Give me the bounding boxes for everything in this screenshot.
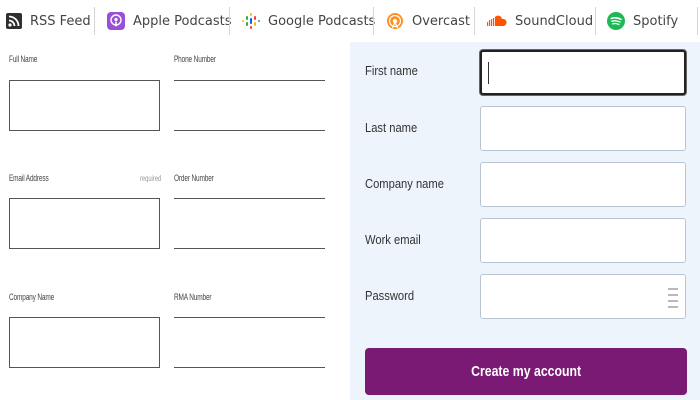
create-account-label: Create my account	[470, 363, 582, 380]
company-name-input[interactable]	[9, 317, 160, 368]
email-address-label: Email Address	[9, 173, 49, 183]
soundcloud-icon	[487, 14, 507, 28]
password-input[interactable]	[480, 274, 686, 319]
order-number-top-line	[174, 198, 325, 199]
soundcloud-link[interactable]: SoundCloud	[487, 6, 593, 36]
work-email-label: Work email	[365, 232, 421, 247]
overcast-icon	[386, 12, 404, 30]
apple-podcasts-icon	[107, 12, 125, 30]
legacy-contact-form: Full Name Phone Number Email Address req…	[0, 42, 350, 400]
phone-number-label: Phone Number	[174, 54, 216, 64]
overcast-link[interactable]: Overcast	[386, 6, 470, 36]
divider	[474, 7, 475, 35]
last-name-label: Last name	[365, 120, 418, 135]
full-name-label: Full Name	[9, 54, 38, 64]
divider	[229, 7, 230, 35]
first-name-input[interactable]	[480, 50, 686, 95]
spotify-icon	[607, 12, 625, 30]
apple-podcasts-label: Apple Podcasts	[133, 13, 232, 29]
order-number-label: Order Number	[174, 173, 214, 183]
full-name-input[interactable]	[9, 80, 160, 131]
create-account-button[interactable]: Create my account	[365, 348, 687, 395]
rma-number-top-line	[174, 317, 325, 318]
required-note: required	[140, 174, 162, 183]
overcast-label: Overcast	[412, 13, 470, 29]
divider	[595, 7, 596, 35]
phone-number-top-line	[174, 80, 325, 81]
divider	[697, 7, 698, 35]
google-podcasts-icon	[242, 12, 260, 30]
password-manager-icon[interactable]	[668, 288, 678, 308]
first-name-label: First name	[365, 63, 418, 78]
spotify-label: Spotify	[633, 13, 679, 29]
rma-number-input[interactable]	[174, 367, 325, 368]
rss-icon	[6, 13, 22, 29]
rss-feed-link[interactable]: RSS Feed	[6, 6, 91, 36]
password-label: Password	[365, 288, 415, 303]
phone-number-input[interactable]	[174, 130, 325, 131]
email-address-input[interactable]	[9, 198, 160, 249]
spotify-link[interactable]: Spotify	[607, 6, 678, 36]
google-podcasts-label: Google Podcasts	[268, 13, 376, 29]
last-name-input[interactable]	[480, 106, 686, 151]
podcast-bar: RSS Feed Apple Podcasts Google Podcasts …	[0, 0, 700, 42]
google-podcasts-link[interactable]: Google Podcasts	[242, 6, 375, 36]
company-name-input[interactable]	[480, 162, 686, 207]
company-name-label: Company Name	[9, 292, 55, 302]
divider	[94, 7, 95, 35]
divider	[373, 7, 374, 35]
rma-number-label: RMA Number	[174, 292, 212, 302]
work-email-input[interactable]	[480, 218, 686, 263]
rss-feed-label: RSS Feed	[30, 13, 91, 29]
soundcloud-label: SoundCloud	[515, 13, 594, 29]
apple-podcasts-link[interactable]: Apple Podcasts	[107, 6, 231, 36]
order-number-input[interactable]	[174, 248, 325, 249]
text-caret	[488, 62, 489, 84]
signup-form: First name Last name Company name Work e…	[350, 42, 700, 400]
company-name-label: Company name	[365, 176, 444, 191]
